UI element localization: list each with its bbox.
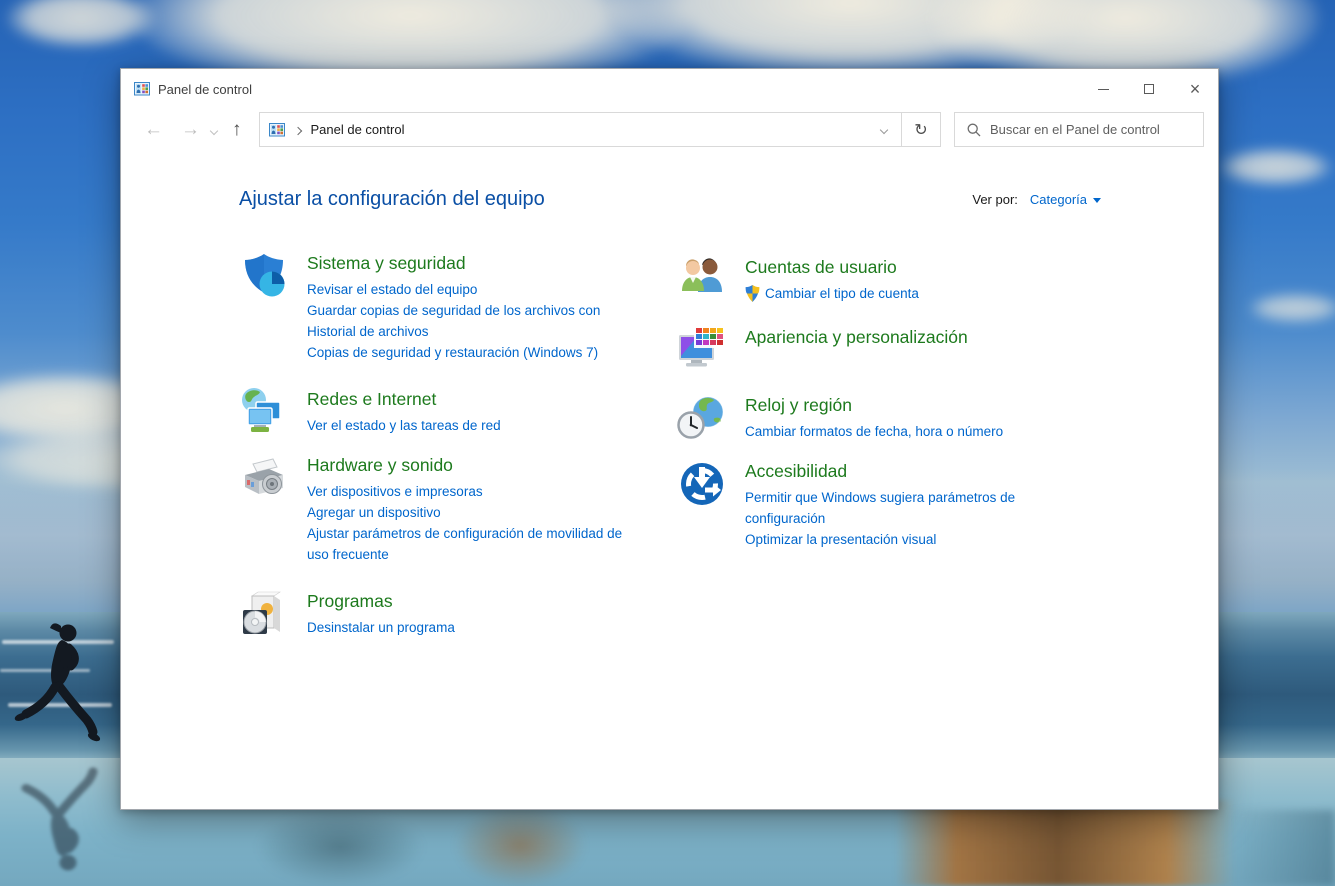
chevron-down-icon (880, 125, 888, 133)
category-redes-e-internet: Redes e Internet Ver el estado y las tar… (239, 387, 677, 437)
cloud (1218, 148, 1333, 186)
forward-button[interactable]: → (172, 120, 209, 139)
breadcrumb[interactable]: Panel de control (311, 122, 868, 137)
category-hardware-y-sonido: Hardware y sonido Ver dispositivos e imp… (239, 453, 677, 565)
chevron-down-icon (210, 126, 218, 134)
task-link-presentacion-visual[interactable]: Optimizar la presentación visual (745, 529, 1051, 550)
control-panel-icon (269, 122, 285, 138)
task-link-estado-red[interactable]: Ver el estado y las tareas de red (307, 415, 647, 436)
desktop: Panel de control × ← → ↑ (0, 0, 1335, 886)
breadcrumb-chevron[interactable] (295, 121, 301, 139)
uac-shield-icon (745, 285, 760, 302)
view-by-control: Ver por: Categoría (972, 192, 1101, 207)
sand-reflection (255, 808, 425, 886)
search-box[interactable] (954, 112, 1204, 147)
task-link-historial-archivos[interactable]: Guardar copias de seguridad de los archi… (307, 300, 647, 342)
close-button[interactable]: × (1172, 69, 1218, 109)
category-sistema-y-seguridad: Sistema y seguridad Revisar el estado de… (239, 251, 677, 363)
view-by-label: Ver por: (972, 192, 1018, 207)
task-link-movilidad[interactable]: Ajustar parámetros de configuración de m… (307, 523, 647, 565)
task-link-dispositivos-impresoras[interactable]: Ver dispositivos e impresoras (307, 481, 647, 502)
cloud (1248, 293, 1335, 323)
runner-reflection (8, 750, 103, 874)
network-internet-icon[interactable] (239, 387, 289, 437)
sand-reflection (1225, 810, 1335, 886)
close-icon: × (1190, 80, 1201, 98)
task-link-copias-seguridad-w7[interactable]: Copias de seguridad y restauración (Wind… (307, 342, 647, 363)
runner-figure (8, 620, 103, 755)
clock-region-icon[interactable] (677, 393, 727, 443)
system-security-icon[interactable] (239, 251, 289, 301)
page-title: Ajustar la configuración del equipo (239, 188, 545, 211)
task-link-formatos-fecha[interactable]: Cambiar formatos de fecha, hora o número (745, 421, 1051, 442)
caret-down-icon (1093, 198, 1101, 203)
category-programas: Programas Desinstalar un programa (239, 589, 677, 639)
search-icon (967, 123, 981, 137)
view-by-value: Categoría (1030, 192, 1087, 207)
task-link-agregar-dispositivo[interactable]: Agregar un dispositivo (307, 502, 647, 523)
category-title-hardware-y-sonido[interactable]: Hardware y sonido (307, 453, 647, 477)
window-title: Panel de control (158, 82, 1080, 97)
runner-silhouette (8, 620, 108, 886)
category-title-cuentas-de-usuario[interactable]: Cuentas de usuario (745, 255, 1051, 279)
refresh-button[interactable]: ↻ (901, 113, 940, 146)
category-accesibilidad: Accesibilidad Permitir que Windows sugie… (677, 459, 1051, 550)
category-cuentas-de-usuario: Cuentas de usuario Cambiar el tipo de cu… (677, 255, 1051, 305)
control-panel-content: Ajustar la configuración del equipo Ver … (121, 156, 1218, 639)
task-link-cambiar-tipo-cuenta[interactable]: Cambiar el tipo de cuenta (745, 283, 1051, 304)
maximize-icon (1144, 84, 1154, 94)
category-reloj-y-region: Reloj y región Cambiar formatos de fecha… (677, 393, 1051, 443)
task-link-desinstalar-programa[interactable]: Desinstalar un programa (307, 617, 647, 638)
category-title-apariencia-y-personalizacion[interactable]: Apariencia y personalización (745, 325, 1051, 349)
control-panel-window: Panel de control × ← → ↑ (120, 68, 1219, 810)
user-accounts-icon[interactable] (677, 255, 727, 305)
appearance-personalization-icon[interactable] (677, 325, 727, 375)
sand-reflection (895, 800, 1235, 886)
maximize-button[interactable] (1126, 69, 1172, 109)
up-button[interactable]: ↑ (223, 120, 251, 139)
control-panel-icon (134, 81, 150, 97)
titlebar[interactable]: Panel de control × (121, 69, 1218, 109)
category-title-sistema-y-seguridad[interactable]: Sistema y seguridad (307, 251, 647, 275)
hardware-sound-icon[interactable] (239, 453, 289, 503)
search-input[interactable] (990, 122, 1203, 137)
minimize-button[interactable] (1080, 69, 1126, 109)
task-link-label: Cambiar el tipo de cuenta (765, 283, 919, 304)
category-title-programas[interactable]: Programas (307, 589, 647, 613)
recent-pages-button[interactable] (209, 121, 223, 139)
chevron-right-icon (293, 126, 301, 134)
task-link-revisar-estado[interactable]: Revisar el estado del equipo (307, 279, 647, 300)
view-by-dropdown[interactable]: Categoría (1030, 192, 1101, 207)
programs-icon[interactable] (239, 589, 289, 639)
category-title-accesibilidad[interactable]: Accesibilidad (745, 459, 1051, 483)
back-button[interactable]: ← (135, 120, 172, 139)
category-title-redes-e-internet[interactable]: Redes e Internet (307, 387, 647, 411)
task-link-windows-sugiera[interactable]: Permitir que Windows sugiera parámetros … (745, 487, 1051, 529)
address-dropdown-button[interactable] (867, 113, 901, 146)
minimize-icon (1098, 89, 1109, 90)
navigation-bar: ← → ↑ Panel de control (121, 109, 1218, 156)
category-apariencia-y-personalizacion: Apariencia y personalización (677, 325, 1051, 375)
sand-reflection (455, 805, 585, 886)
ease-of-access-icon[interactable] (677, 459, 727, 509)
address-bar[interactable]: Panel de control ↻ (259, 112, 942, 147)
category-title-reloj-y-region[interactable]: Reloj y región (745, 393, 1051, 417)
